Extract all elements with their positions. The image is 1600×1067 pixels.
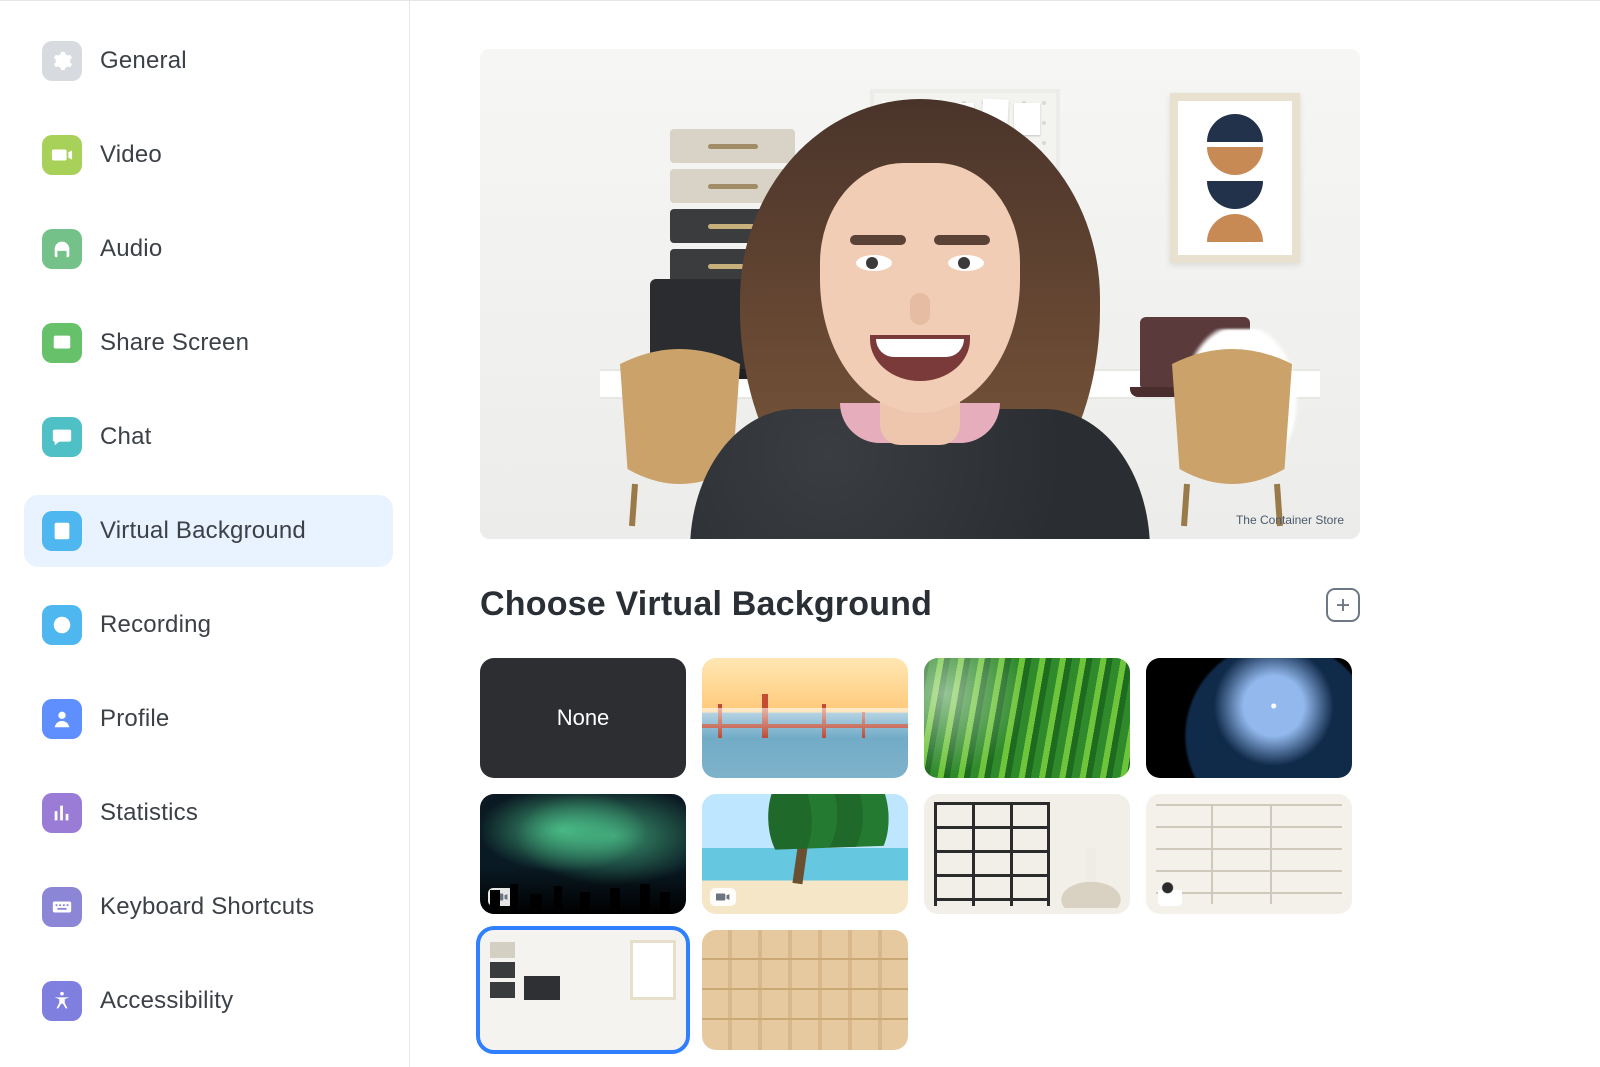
portrait-icon: [42, 511, 82, 551]
person-icon: [42, 699, 82, 739]
preview-wall-art: [1170, 93, 1300, 263]
sidebar-item-video[interactable]: Video: [24, 119, 393, 191]
background-tile-wood-shelves[interactable]: [702, 930, 908, 1050]
sidebar-item-recording[interactable]: Recording: [24, 589, 393, 661]
section-header: Choose Virtual Background: [480, 585, 1360, 624]
sidebar-item-label: Chat: [100, 423, 152, 451]
video-badge-icon: [710, 888, 736, 906]
chat-icon: [42, 417, 82, 457]
sidebar-item-share-screen[interactable]: Share Screen: [24, 307, 393, 379]
background-tile-living-room[interactable]: [924, 794, 1130, 914]
sidebar-item-label: General: [100, 47, 187, 75]
sidebar-item-label: Video: [100, 141, 162, 169]
sidebar-item-label: Profile: [100, 705, 169, 733]
accessibility-icon: [42, 981, 82, 1021]
sidebar-item-general[interactable]: General: [24, 25, 393, 97]
gear-icon: [42, 41, 82, 81]
preview-person: [660, 99, 1180, 539]
sidebar-item-label: Share Screen: [100, 329, 249, 357]
sidebar-item-audio[interactable]: Audio: [24, 213, 393, 285]
sidebar-item-label: Keyboard Shortcuts: [100, 893, 314, 921]
sidebar-item-profile[interactable]: Profile: [24, 683, 393, 755]
record-icon: [42, 605, 82, 645]
background-tile-golden-gate[interactable]: [702, 658, 908, 778]
sidebar-item-statistics[interactable]: Statistics: [24, 777, 393, 849]
background-tile-earth[interactable]: [1146, 658, 1352, 778]
headphones-icon: [42, 229, 82, 269]
background-tile-beach[interactable]: [702, 794, 908, 914]
section-title: Choose Virtual Background: [480, 585, 932, 624]
sidebar-item-accessibility[interactable]: Accessibility: [24, 965, 393, 1037]
background-tile-grass[interactable]: [924, 658, 1130, 778]
settings-sidebar: General Video Audio Share Screen Chat Virtual…: [0, 1, 410, 1067]
plus-icon: [1334, 596, 1352, 614]
sidebar-item-label: Virtual Background: [100, 517, 306, 545]
background-tile-aurora[interactable]: [480, 794, 686, 914]
sidebar-item-label: Recording: [100, 611, 211, 639]
background-tile-closet[interactable]: [1146, 794, 1352, 914]
sidebar-item-keyboard-shortcuts[interactable]: Keyboard Shortcuts: [24, 871, 393, 943]
chart-icon: [42, 793, 82, 833]
sidebar-item-label: Audio: [100, 235, 162, 263]
sidebar-item-chat[interactable]: Chat: [24, 401, 393, 473]
sidebar-item-label: Statistics: [100, 799, 198, 827]
settings-window: General Video Audio Share Screen Chat Virtual…: [0, 0, 1600, 1067]
sidebar-item-label: Accessibility: [100, 987, 233, 1015]
tile-none-label: None: [480, 658, 686, 778]
keyboard-icon: [42, 887, 82, 927]
share-icon: [42, 323, 82, 363]
video-badge-icon: [488, 888, 514, 906]
add-background-button[interactable]: [1326, 588, 1360, 622]
background-grid: None: [480, 658, 1360, 1050]
camera-preview: The Container Store: [480, 49, 1360, 539]
preview-brand-watermark: The Container Store: [1230, 511, 1350, 529]
sidebar-item-virtual-background[interactable]: Virtual Background: [24, 495, 393, 567]
background-tile-none[interactable]: None: [480, 658, 686, 778]
virtual-background-pane: The Container Store Choose Virtual Backg…: [410, 1, 1600, 1067]
video-icon: [42, 135, 82, 175]
background-tile-home-office[interactable]: [480, 930, 686, 1050]
